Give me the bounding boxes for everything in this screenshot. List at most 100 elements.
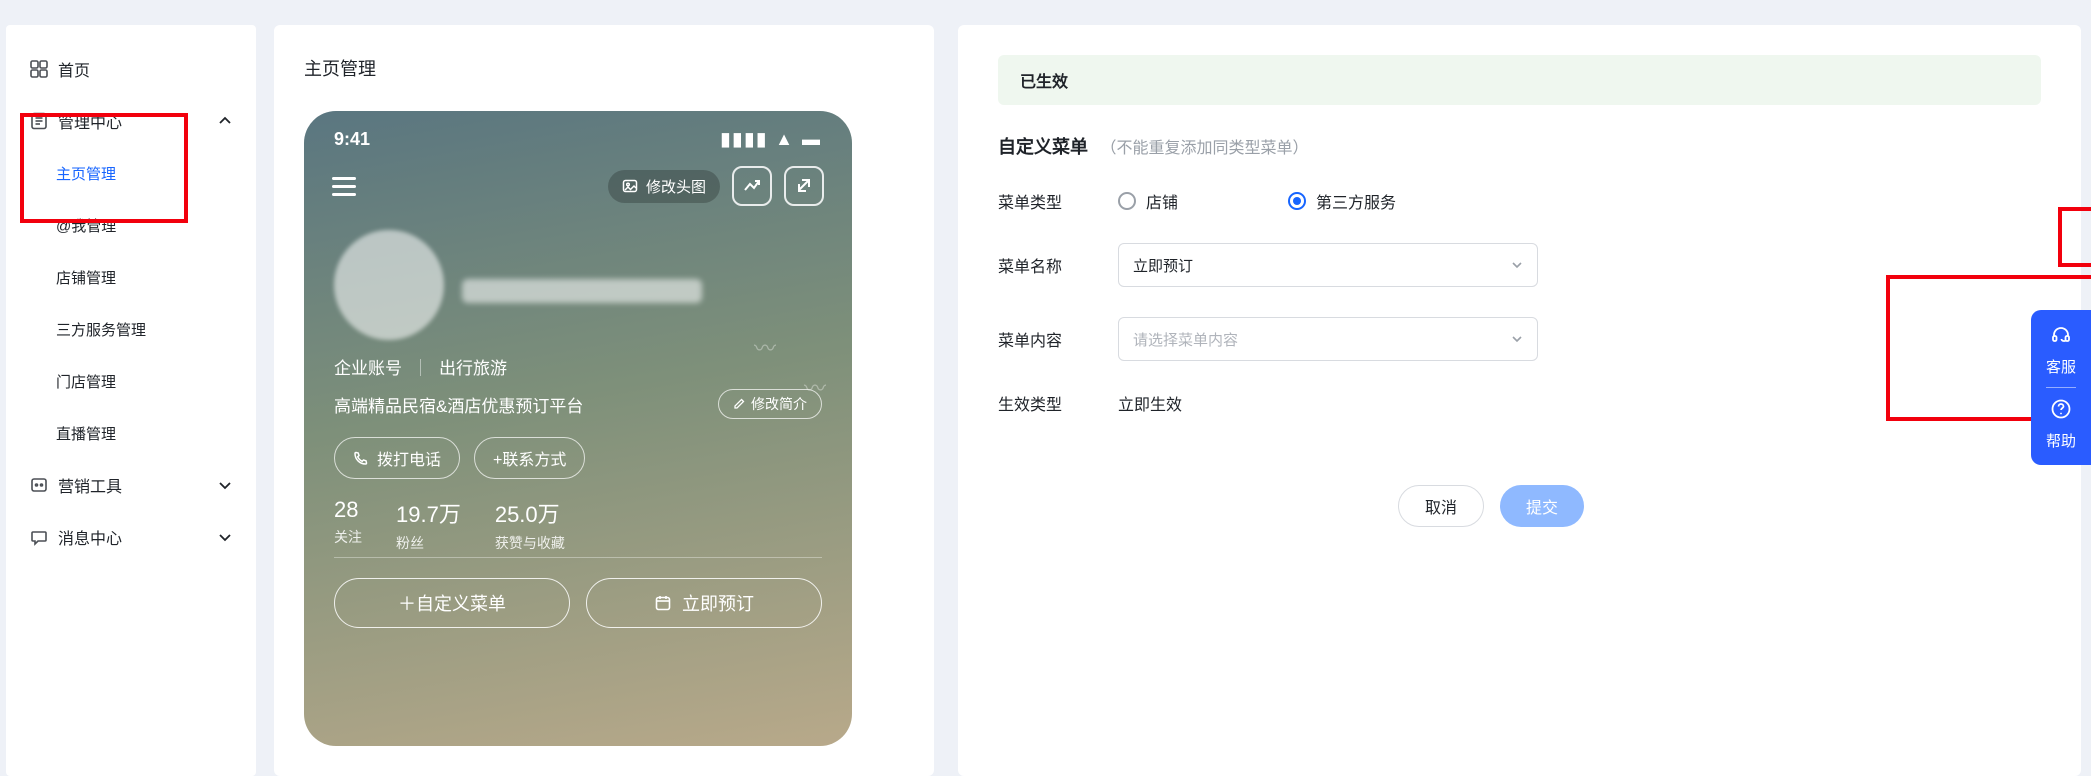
- phone-icon: [353, 450, 369, 466]
- sidebar-item-at-me[interactable]: @我管理: [6, 199, 256, 251]
- button-row: 取消 提交: [1398, 485, 2041, 527]
- sidebar: 首页 管理中心 主页管理 @我管理 店铺管理 三方服务管理 门店管理 直播管理 …: [6, 25, 256, 776]
- stat-label: 粉丝: [396, 533, 461, 553]
- image-icon: [622, 178, 638, 194]
- field-label: 菜单内容: [998, 327, 1118, 351]
- headset-icon[interactable]: [2050, 324, 2072, 346]
- label: +联系方式: [493, 446, 566, 470]
- row-menu-name: 菜单名称 立即预订: [998, 243, 2041, 287]
- label: 取消: [1425, 494, 1457, 518]
- chevron-down-icon: [1511, 333, 1523, 345]
- marketing-icon: [30, 476, 48, 494]
- label: 提交: [1526, 494, 1558, 518]
- radio-third-party[interactable]: 第三方服务: [1288, 189, 1396, 213]
- trend-button[interactable]: [732, 166, 772, 206]
- page-title: 主页管理: [304, 55, 904, 81]
- row-menu-content: 菜单内容 请选择菜单内容: [998, 317, 2041, 361]
- sidebar-item-label: 门店管理: [56, 371, 116, 392]
- signal-icon: ▮▮▮▮: [721, 129, 769, 149]
- phone-time: 9:41: [334, 129, 370, 150]
- sidebar-item-label: 直播管理: [56, 423, 116, 444]
- row-menu-type: 菜单类型 店铺 第三方服务: [998, 189, 2041, 213]
- select-menu-name[interactable]: 立即预订: [1118, 243, 1538, 287]
- sidebar-item-label: 管理中心: [58, 109, 122, 133]
- effect-value: 立即生效: [1118, 391, 1182, 415]
- cancel-button[interactable]: 取消: [1398, 485, 1484, 527]
- divider: [2046, 387, 2076, 388]
- banner-text: 已生效: [1020, 68, 1068, 92]
- section-subtitle: （不能重复添加同类型菜单）: [1100, 140, 1308, 157]
- battery-icon: ▬: [802, 129, 822, 149]
- help-label[interactable]: 帮助: [2046, 430, 2076, 451]
- modify-header-button[interactable]: 修改头图: [608, 170, 720, 203]
- field-label: 菜单类型: [998, 189, 1118, 213]
- field-label: 菜单名称: [998, 253, 1118, 277]
- label: 拨打电话: [377, 446, 441, 470]
- sidebar-item-label: @我管理: [56, 215, 116, 236]
- radio-indicator: [1118, 192, 1136, 210]
- sidebar-item-marketing[interactable]: 营销工具: [6, 459, 256, 511]
- chat-icon: [30, 528, 48, 546]
- sidebar-item-live-manage[interactable]: 直播管理: [6, 407, 256, 459]
- submit-button[interactable]: 提交: [1500, 485, 1584, 527]
- select-value: 立即预订: [1133, 255, 1193, 276]
- custom-menu-button[interactable]: ＋自定义菜单: [334, 578, 570, 628]
- avatar: [334, 230, 444, 340]
- form-card: 已生效 自定义菜单 （不能重复添加同类型菜单） 菜单类型 店铺 第三方服务: [958, 25, 2081, 776]
- radio-shop[interactable]: 店铺: [1118, 189, 1178, 213]
- contact-button[interactable]: +联系方式: [474, 437, 585, 479]
- sidebar-item-homepage[interactable]: 主页管理: [6, 147, 256, 199]
- radio-label: 第三方服务: [1316, 189, 1396, 213]
- sidebar-item-home[interactable]: 首页: [6, 43, 256, 95]
- wifi-icon: ▲: [775, 129, 795, 149]
- chevron-down-icon: [1511, 259, 1523, 271]
- sidebar-item-label: 营销工具: [58, 473, 122, 497]
- chevron-up-icon: [218, 114, 232, 128]
- stat-num: 19.7万: [396, 497, 461, 529]
- select-menu-content[interactable]: 请选择菜单内容: [1118, 317, 1538, 361]
- phone-preview: 〰 〰 9:41 ▮▮▮▮ ▲ ▬ 修改头图: [304, 111, 852, 746]
- form-wrap: 自定义菜单 （不能重复添加同类型菜单） 菜单类型 店铺 第三方服务: [998, 133, 2041, 527]
- label: ＋自定义菜单: [398, 590, 506, 616]
- sidebar-item-management-center[interactable]: 管理中心: [6, 95, 256, 147]
- customer-service-label[interactable]: 客服: [2046, 356, 2076, 377]
- sidebar-item-store-manage[interactable]: 门店管理: [6, 355, 256, 407]
- field-label: 生效类型: [998, 391, 1118, 415]
- share-button[interactable]: [784, 166, 824, 206]
- divider: ｜: [412, 354, 429, 379]
- bird-icon: 〰: [804, 371, 826, 403]
- preview-card: 主页管理 〰 〰 9:41 ▮▮▮▮ ▲ ▬: [274, 25, 934, 776]
- sidebar-item-label: 三方服务管理: [56, 319, 146, 340]
- bottom-buttons: ＋自定义菜单 立即预订: [304, 558, 852, 628]
- call-button[interactable]: 拨打电话: [334, 437, 460, 479]
- action-row: 拨打电话 +联系方式: [304, 423, 852, 485]
- stats-row: 28 关注 19.7万 粉丝 25.0万 获赞与收藏: [304, 485, 852, 553]
- sidebar-item-label: 消息中心: [58, 525, 122, 549]
- stat-fans[interactable]: 19.7万 粉丝: [396, 497, 461, 553]
- stat-label: 获赞与收藏: [495, 533, 565, 553]
- label: 修改头图: [646, 176, 706, 197]
- stat-follow[interactable]: 28 关注: [334, 497, 362, 553]
- sidebar-item-third-service[interactable]: 三方服务管理: [6, 303, 256, 355]
- radio-indicator: [1288, 192, 1306, 210]
- status-icons: ▮▮▮▮ ▲ ▬: [721, 129, 822, 150]
- tagline: 高端精品民宿&酒店优惠预订平台: [334, 392, 583, 417]
- calendar-icon: [654, 594, 672, 612]
- blurred-subtitle: [462, 279, 702, 303]
- pencil-icon: [733, 398, 745, 410]
- book-now-button[interactable]: 立即预订: [586, 578, 822, 628]
- question-icon[interactable]: [2050, 398, 2072, 420]
- sidebar-item-label: 主页管理: [56, 163, 116, 184]
- sidebar-item-shop-manage[interactable]: 店铺管理: [6, 251, 256, 303]
- annotation-highlight: [2058, 207, 2091, 267]
- stat-likes[interactable]: 25.0万 获赞与收藏: [495, 497, 565, 553]
- radio-group-menu-type: 店铺 第三方服务: [1118, 189, 1396, 213]
- phone-status-bar: 9:41 ▮▮▮▮ ▲ ▬: [304, 111, 852, 156]
- stat-label: 关注: [334, 527, 362, 547]
- hamburger-icon[interactable]: [332, 177, 356, 196]
- stat-num: 28: [334, 497, 362, 523]
- sidebar-item-message-center[interactable]: 消息中心: [6, 511, 256, 563]
- sidebar-item-label: 店铺管理: [56, 267, 116, 288]
- section-heading: 自定义菜单 （不能重复添加同类型菜单）: [998, 133, 2041, 159]
- phone-topbar: 修改头图: [304, 156, 852, 220]
